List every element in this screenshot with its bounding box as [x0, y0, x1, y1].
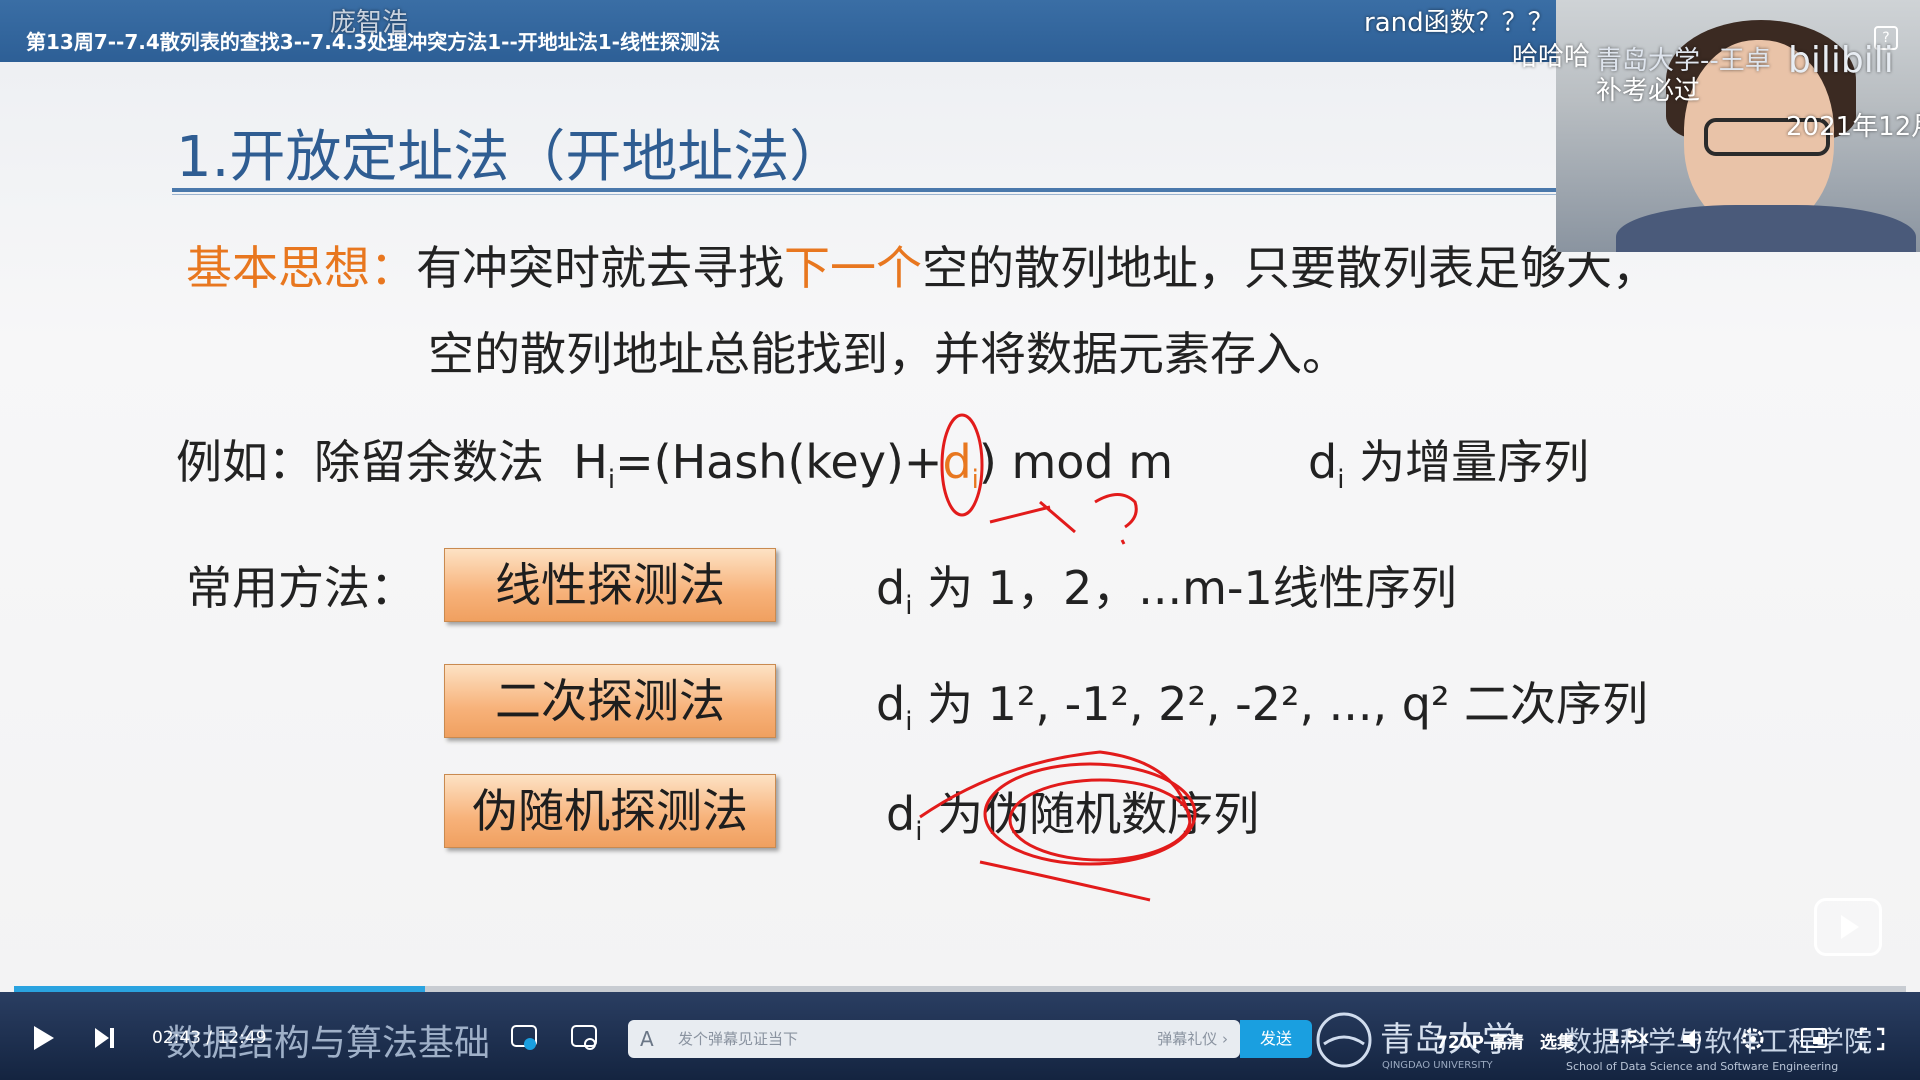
increment-description: di 为增量序列: [1308, 426, 1589, 495]
increment-text: 为增量序列: [1359, 435, 1590, 489]
basic-idea-highlight: 下一个: [784, 241, 922, 295]
danmaku-etiquette-link[interactable]: 弹幕礼仪 ›: [1157, 1020, 1228, 1058]
play-icon: [1841, 915, 1859, 939]
method-linear-description: di 为 1，2，...m-1线性序列: [876, 552, 1457, 621]
increment-subscript: i: [1337, 465, 1345, 495]
total-time: 12:49: [217, 1028, 267, 1048]
basic-idea-line1: 基本思想：有冲突时就去寻找下一个空的散列地址，只要散列表足够大，: [186, 232, 1658, 298]
picture-in-picture-button[interactable]: [1800, 1026, 1828, 1057]
volume-icon: [1683, 1029, 1701, 1049]
title-underline: [172, 188, 1772, 192]
formula-mid: =(Hash(key)+: [615, 435, 943, 489]
basic-idea-text: 有冲突时就去寻找: [416, 241, 784, 295]
basic-idea-text: 空的散列地址，只要散列表足够大，: [922, 241, 1658, 295]
formula-h: H: [573, 435, 608, 489]
gear-icon: [1742, 1028, 1764, 1050]
method-quadratic-probing: 二次探测法: [444, 664, 776, 738]
settings-button[interactable]: [1740, 1026, 1766, 1057]
desc-d: d: [876, 561, 906, 615]
desc-text: 为 1，2，...m-1线性序列: [927, 561, 1457, 615]
next-button[interactable]: [92, 1024, 116, 1057]
method-quadratic-description: di 为 1², -1², 2², -2², ..., q² 二次序列: [876, 668, 1648, 737]
danmaku-comment: 补考必过: [1596, 76, 1701, 106]
university-name-en: QINGDAO UNIVERSITY: [1382, 1060, 1493, 1071]
university-emblem-icon: [1316, 1012, 1372, 1068]
title-underline-thin: [172, 194, 1772, 195]
desc-d: d: [886, 787, 916, 841]
method-linear-probing: 线性探测法: [444, 548, 776, 622]
send-button[interactable]: 发送: [1240, 1020, 1312, 1058]
danmaku-toggle-icon: [511, 1025, 537, 1050]
episodes-button[interactable]: 选集: [1540, 1028, 1574, 1053]
danmaku-settings-icon: [571, 1025, 597, 1050]
play-overlay-button[interactable]: [1814, 898, 1882, 956]
example-label: 例如：除留余数法: [176, 435, 544, 489]
desc-subscript: i: [915, 817, 923, 847]
method-random-probing: 伪随机探测法: [444, 774, 776, 848]
danmaku-comment: rand函数？？？: [1364, 8, 1554, 38]
desc-subscript: i: [905, 591, 913, 621]
play-button[interactable]: [28, 1022, 58, 1059]
time-display: 02:43 / 12:49: [152, 1028, 267, 1048]
danmaku-settings-button[interactable]: [570, 1022, 600, 1057]
next-icon: [95, 1028, 114, 1048]
formula-end: ) mod m: [978, 435, 1174, 489]
formula-subscript: i: [971, 465, 979, 495]
current-time: 02:43: [152, 1028, 201, 1048]
time-separator: /: [206, 1028, 213, 1048]
fullscreen-button[interactable]: [1858, 1026, 1886, 1057]
danmaku-placeholder: 发个弹幕见证当下: [678, 1030, 799, 1048]
increment-d: d: [1308, 435, 1338, 489]
desc-d: d: [876, 677, 906, 731]
fullscreen-icon: [1859, 1027, 1885, 1051]
bilibili-logo: bilibili: [1788, 40, 1894, 81]
danmaku-comment: 庞智浩: [330, 8, 409, 38]
basic-idea-label: 基本思想：: [186, 241, 416, 295]
font-style-icon[interactable]: A: [640, 1020, 654, 1058]
webcam-shoulders: [1616, 205, 1916, 252]
slide-title: 1.开放定址法（开地址法）: [176, 125, 846, 190]
desc-subscript: i: [905, 707, 913, 737]
method-random-description: di 为伪随机数序列: [886, 778, 1259, 847]
danmaku-input[interactable]: A 发个弹幕见证当下 弹幕礼仪 ›: [628, 1020, 1240, 1058]
common-methods-label: 常用方法：: [186, 561, 416, 615]
play-icon: [34, 1026, 54, 1050]
danmaku-comment: 2021年12月: [1786, 112, 1920, 142]
quality-selector[interactable]: 720P 高清: [1436, 1028, 1524, 1053]
volume-button[interactable]: [1680, 1026, 1706, 1057]
danmaku-comment: 哈哈哈: [1512, 42, 1591, 72]
school-name-en: School of Data Science and Software Engi…: [1566, 1060, 1839, 1073]
example-formula: 例如：除留余数法 Hi=(Hash(key)+di) mod m: [176, 426, 1173, 495]
desc-text: 为伪随机数序列: [937, 787, 1260, 841]
desc-text: 为 1², -1², 2², -2², ..., q² 二次序列: [927, 677, 1649, 731]
formula-subscript: i: [607, 465, 616, 495]
basic-idea-line2: 空的散列地址总能找到，并将数据元素存入。: [428, 327, 1348, 381]
danmaku-toggle-button[interactable]: [510, 1022, 540, 1057]
formula-d: d: [942, 435, 972, 489]
speed-selector[interactable]: 1.5x: [1608, 1028, 1649, 1048]
picture-in-picture-icon: [1801, 1028, 1827, 1048]
